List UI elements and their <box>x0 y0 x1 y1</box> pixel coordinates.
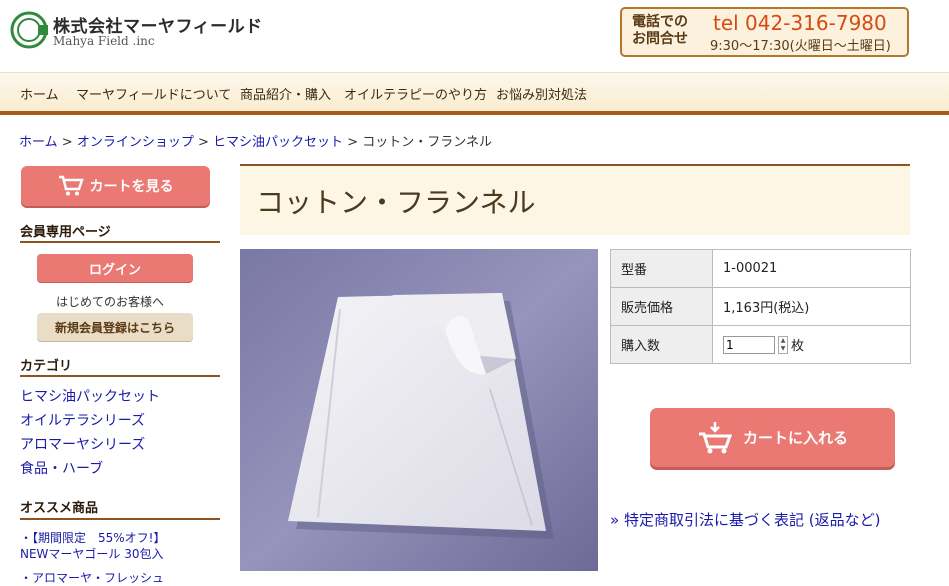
nav-products[interactable]: 商品紹介・購入 <box>240 84 331 103</box>
view-cart-label: カートを見る <box>89 179 174 195</box>
product-spec-table: 型番 1-00021 販売価格 1,163円(税込) 購入数 ▲ ▼ 枚 <box>610 249 911 364</box>
recommended-item-title[interactable]: ・【期間限定 55%オフ!】 <box>20 530 165 546</box>
breadcrumb: ホーム > オンラインショップ > ヒマシ油パックセット > コットン・フランネ… <box>19 131 492 150</box>
category-heading: カテゴリ <box>20 359 73 374</box>
model-label: 型番 <box>610 249 713 288</box>
contact-label: 電話での お問合せ <box>632 14 698 48</box>
recommended-item-name[interactable]: NEWマーヤゴール 30包入 <box>20 546 164 562</box>
main-nav: ホーム マーヤフィールドについて 商品紹介・購入 オイルテラピーのやり方 お悩み… <box>0 72 949 112</box>
recommend-divider <box>20 518 220 520</box>
price-value: 1,163円(税込) <box>712 287 911 326</box>
logo-mark-icon <box>10 11 48 49</box>
recommended-item[interactable]: ・アロマーヤ・フレッシュ <box>20 570 164 586</box>
cart-icon <box>58 175 84 196</box>
stepper-up-icon[interactable]: ▲ <box>779 337 787 345</box>
quantity-control: ▲ ▼ 枚 <box>723 335 900 354</box>
category-aromaya[interactable]: アロマーヤシリーズ <box>20 434 145 454</box>
view-cart-button[interactable]: カートを見る <box>21 166 210 206</box>
contact-label-line1: 電話での <box>632 14 688 30</box>
nav-divider <box>0 111 949 115</box>
product-title-box: コットン・フランネル <box>240 164 910 235</box>
business-hours: 9:30〜17:30(火曜日〜土曜日) <box>710 39 891 54</box>
contact-label-line2: お問合せ <box>632 31 688 47</box>
quantity-stepper[interactable]: ▲ ▼ <box>778 335 788 354</box>
add-to-cart-label: カートに入れる <box>742 429 848 447</box>
stepper-down-icon[interactable]: ▼ <box>779 345 787 353</box>
breadcrumb-home[interactable]: ホーム <box>19 135 58 150</box>
breadcrumb-castor-oil-set[interactable]: ヒマシ油パックセット <box>213 135 343 150</box>
quantity-input[interactable] <box>723 335 775 354</box>
category-oil-tera[interactable]: オイルテラシリーズ <box>20 410 145 430</box>
breadcrumb-separator: > <box>61 135 73 150</box>
login-button[interactable]: ログイン <box>37 254 193 282</box>
category-castor-oil-pack[interactable]: ヒマシ油パックセット <box>20 386 160 406</box>
recommend-heading: オススメ商品 <box>20 501 99 516</box>
table-row: 購入数 ▲ ▼ 枚 <box>610 325 911 364</box>
members-divider <box>20 241 220 243</box>
nav-about[interactable]: マーヤフィールドについて <box>76 84 231 103</box>
table-row: 販売価格 1,163円(税込) <box>610 287 911 326</box>
page-title: コットン・フランネル <box>256 186 536 219</box>
category-divider <box>20 375 220 377</box>
breadcrumb-separator: > <box>347 135 359 150</box>
price-label: 販売価格 <box>610 287 713 326</box>
category-food-herb[interactable]: 食品・ハーブ <box>20 458 103 478</box>
table-row: 型番 1-00021 <box>610 249 911 288</box>
nav-home[interactable]: ホーム <box>20 84 59 103</box>
first-visit-text: はじめてのお客様へ <box>56 295 165 309</box>
breadcrumb-current: コットン・フランネル <box>362 135 492 150</box>
quantity-unit: 枚 <box>791 339 805 354</box>
members-heading: 会員専用ページ <box>20 225 111 240</box>
nav-troubles[interactable]: お悩み別対処法 <box>496 84 587 103</box>
breadcrumb-online-shop[interactable]: オンラインショップ <box>77 135 194 150</box>
add-cart-icon <box>698 421 733 453</box>
site-header: 株式会社マーヤフィールド Mahya Field .inc 電話での お問合せ … <box>0 0 949 72</box>
add-to-cart-button[interactable]: カートに入れる <box>650 408 895 467</box>
nav-oil-therapy[interactable]: オイルテラピーのやり方 <box>344 84 487 103</box>
product-image <box>240 249 598 571</box>
company-sub-name: Mahya Field .inc <box>53 34 155 48</box>
register-button[interactable]: 新規会員登録はこちら <box>37 313 193 341</box>
quantity-label: 購入数 <box>610 325 713 364</box>
legal-notice-link[interactable]: » 特定商取引法に基づく表記 (返品など) <box>610 509 880 530</box>
phone-contact-box: 電話での お問合せ tel 042-316-7980 9:30〜17:30(火曜… <box>620 7 909 57</box>
quantity-cell: ▲ ▼ 枚 <box>712 325 911 364</box>
company-logo[interactable]: 株式会社マーヤフィールド Mahya Field .inc <box>9 10 269 54</box>
phone-number: tel 042-316-7980 <box>713 11 887 35</box>
model-value: 1-00021 <box>712 249 911 288</box>
breadcrumb-separator: > <box>197 135 209 150</box>
